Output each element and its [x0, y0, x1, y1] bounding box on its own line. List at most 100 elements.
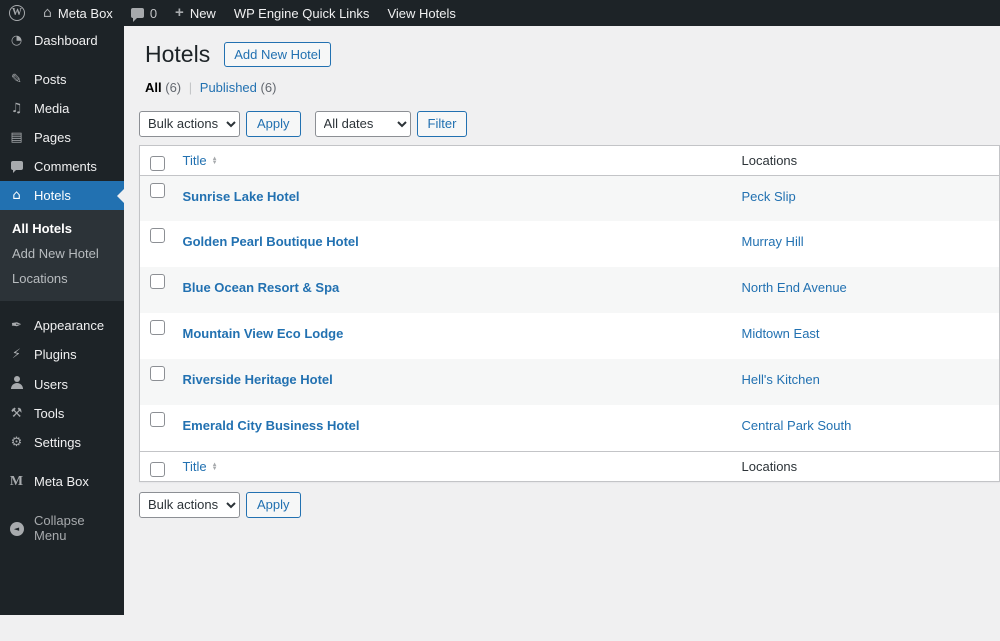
admin-bar: W ⌂ Meta Box 0 + New WP Engine Quick Lin… [0, 0, 1000, 26]
sidebar-item-label: Settings [34, 435, 81, 450]
table-row: Riverside Heritage Hotel Hell's Kitchen [140, 359, 1000, 405]
plus-icon: + [175, 5, 184, 20]
sidebar-item-label: Users [34, 377, 68, 392]
pin-icon: ✎ [8, 73, 25, 86]
sidebar-item-posts[interactable]: ✎ Posts [0, 65, 124, 94]
apply-button[interactable]: Apply [246, 111, 301, 137]
view-hotels-menu[interactable]: View Hotels [378, 0, 464, 26]
filter-all-link[interactable]: All [145, 80, 162, 95]
bulk-actions-select[interactable]: Bulk actions [139, 111, 240, 137]
sidebar-item-settings[interactable]: ⚙ Settings [0, 428, 124, 457]
house-icon: ⌂ [8, 189, 25, 202]
wpengine-quick-links-menu[interactable]: WP Engine Quick Links [225, 0, 379, 26]
sidebar-item-collapse-menu[interactable]: ◄ Collapse Menu [0, 506, 124, 550]
home-icon: ⌂ [43, 6, 52, 20]
settings-icon: ⚙ [8, 436, 25, 449]
column-footer-title[interactable]: Title▲▼ [173, 451, 732, 481]
hotel-title-link[interactable]: Mountain View Eco Lodge [183, 326, 344, 341]
wordpress-logo-menu[interactable]: W [0, 0, 34, 26]
sidebar-item-tools[interactable]: ⚒ Tools [0, 399, 124, 428]
sidebar-separator [0, 457, 124, 467]
sidebar-item-pages[interactable]: ▤ Pages [0, 123, 124, 152]
sidebar-item-appearance[interactable]: ✒ Appearance [0, 311, 124, 340]
add-new-hotel-button[interactable]: Add New Hotel [224, 42, 331, 67]
sidebar-item-label: Pages [34, 130, 71, 145]
column-header-title[interactable]: Title▲▼ [173, 145, 732, 175]
row-checkbox[interactable] [150, 366, 165, 381]
sidebar-item-label: Meta Box [34, 474, 89, 489]
hotel-title-link[interactable]: Golden Pearl Boutique Hotel [183, 234, 359, 249]
comment-bubble-icon [131, 8, 144, 18]
location-link[interactable]: Central Park South [742, 418, 852, 433]
table-header-row: Title▲▼ Locations [140, 145, 1000, 175]
sidebar-item-label: Collapse Menu [34, 513, 116, 543]
location-link[interactable]: Hell's Kitchen [742, 372, 820, 387]
dashboard-icon: ◔ [8, 34, 25, 47]
location-link[interactable]: Murray Hill [742, 234, 804, 249]
hotels-table: Title▲▼ Locations Sunrise Lake Hotel Pec… [139, 145, 1000, 482]
submenu-item-add-new-hotel[interactable]: Add New Hotel [0, 241, 124, 266]
pages-icon: ▤ [8, 131, 25, 144]
view-hotels-label: View Hotels [387, 6, 455, 21]
hotel-title-link[interactable]: Blue Ocean Resort & Spa [183, 280, 340, 295]
wpengine-label: WP Engine Quick Links [234, 6, 370, 21]
row-checkbox[interactable] [150, 274, 165, 289]
sidebar-item-meta-box[interactable]: M Meta Box [0, 467, 124, 496]
row-checkbox[interactable] [150, 320, 165, 335]
sidebar-item-comments[interactable]: Comments [0, 152, 124, 181]
sidebar-item-users[interactable]: Users [0, 369, 124, 399]
row-checkbox[interactable] [150, 228, 165, 243]
location-link[interactable]: Peck Slip [742, 189, 796, 204]
sidebar-item-plugins[interactable]: ⚡ Plugins [0, 340, 124, 369]
plugin-icon: ⚡ [8, 348, 25, 361]
submenu-item-all-hotels[interactable]: All Hotels [0, 216, 124, 241]
comments-menu[interactable]: 0 [122, 0, 166, 26]
select-all-checkbox[interactable] [150, 462, 165, 477]
table-row: Mountain View Eco Lodge Midtown East [140, 313, 1000, 359]
wordpress-logo-icon: W [9, 5, 25, 21]
sidebar-item-label: Plugins [34, 347, 77, 362]
sidebar-item-hotels[interactable]: ⌂ Hotels [0, 181, 124, 210]
date-filter-select[interactable]: All dates [315, 111, 411, 137]
hotel-title-link[interactable]: Emerald City Business Hotel [183, 418, 360, 433]
bulk-actions-select-bottom[interactable]: Bulk actions [139, 492, 240, 518]
column-header-locations: Locations [732, 145, 1000, 175]
sidebar-item-media[interactable]: ♫ Media [0, 94, 124, 123]
site-name-label: Meta Box [58, 6, 113, 21]
sidebar-item-label: Media [34, 101, 69, 116]
row-checkbox[interactable] [150, 412, 165, 427]
comment-bubble-icon [8, 160, 25, 173]
site-name-menu[interactable]: ⌂ Meta Box [34, 0, 122, 26]
new-content-menu[interactable]: + New [166, 0, 225, 26]
filter-separator: | [189, 80, 192, 95]
location-link[interactable]: Midtown East [742, 326, 820, 341]
metabox-m-icon: M [8, 475, 25, 489]
main-content: Hotels Add New Hotel All (6) | Published… [124, 26, 1000, 518]
filter-published-count: (6) [261, 80, 277, 95]
row-checkbox[interactable] [150, 183, 165, 198]
sidebar-separator [0, 55, 124, 65]
location-link[interactable]: North End Avenue [742, 280, 847, 295]
person-icon [8, 376, 25, 392]
new-label: New [190, 6, 216, 21]
filter-published-link[interactable]: Published [200, 80, 257, 95]
filter-button[interactable]: Filter [417, 111, 468, 137]
sidebar-item-label: Dashboard [34, 33, 98, 48]
sidebar-item-label: Comments [34, 159, 97, 174]
hotel-title-link[interactable]: Riverside Heritage Hotel [183, 372, 333, 387]
comment-count: 0 [150, 6, 157, 21]
table-row: Sunrise Lake Hotel Peck Slip [140, 175, 1000, 221]
tools-icon: ⚒ [8, 407, 25, 420]
sidebar-separator [0, 496, 124, 506]
sidebar-item-label: Hotels [34, 188, 71, 203]
select-all-checkbox[interactable] [150, 156, 165, 171]
column-footer-locations: Locations [732, 451, 1000, 481]
table-footer-row: Title▲▼ Locations [140, 451, 1000, 481]
page-title: Hotels [145, 40, 210, 70]
apply-button-bottom[interactable]: Apply [246, 492, 301, 518]
media-icon: ♫ [8, 102, 25, 115]
table-row: Blue Ocean Resort & Spa North End Avenue [140, 267, 1000, 313]
hotel-title-link[interactable]: Sunrise Lake Hotel [183, 189, 300, 204]
sidebar-item-dashboard[interactable]: ◔ Dashboard [0, 26, 124, 55]
submenu-item-locations[interactable]: Locations [0, 266, 124, 291]
